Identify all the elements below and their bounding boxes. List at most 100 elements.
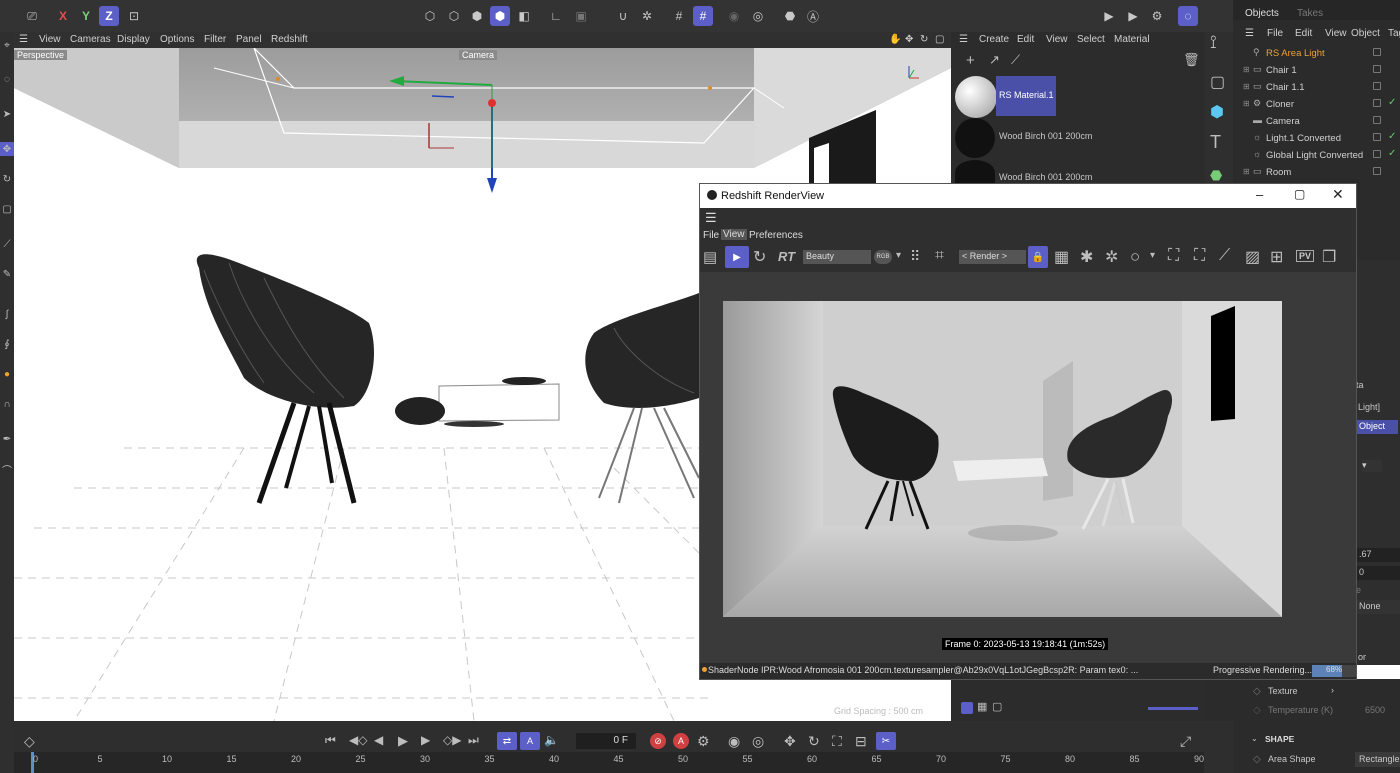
- position-key-icon[interactable]: ✥: [784, 733, 796, 750]
- image-icon[interactable]: ▨: [1245, 247, 1260, 267]
- auto-key-icon[interactable]: A: [673, 733, 689, 749]
- chevron-right-icon[interactable]: ›: [1331, 685, 1334, 695]
- objects-menu-file[interactable]: File: [1267, 28, 1283, 39]
- scale-icon[interactable]: ▢: [0, 202, 14, 216]
- playback-mode-icon[interactable]: A: [520, 732, 540, 750]
- rv-menu-view[interactable]: View: [721, 229, 747, 240]
- attr-field-value[interactable]: 0: [1356, 566, 1400, 580]
- object-row[interactable]: ⊞ ▭ Chair 1: [1233, 62, 1400, 79]
- goto-start-icon[interactable]: ⏮: [325, 733, 336, 748]
- snowflake-alt-icon[interactable]: ✲: [1105, 247, 1118, 267]
- rv-menu-preferences[interactable]: Preferences: [749, 230, 803, 241]
- rotation-key-icon[interactable]: ↻: [808, 733, 820, 750]
- thumbnail-size-slider[interactable]: [1148, 707, 1198, 710]
- cube-icon[interactable]: ⬢: [1210, 102, 1224, 122]
- circle-dropdown-icon[interactable]: ▾: [1150, 250, 1155, 261]
- object-row[interactable]: ☼ Global Light Converted ✓: [1233, 147, 1400, 164]
- refresh-icon[interactable]: ↻: [753, 247, 766, 267]
- goto-end-icon[interactable]: ⏭: [468, 733, 479, 748]
- coordinate-system-icon[interactable]: ⊡: [124, 6, 144, 26]
- rv-menu-file[interactable]: File: [703, 230, 719, 241]
- channel-dropdown-icon[interactable]: ▾: [896, 250, 901, 261]
- area-shape-select[interactable]: Rectangle: [1355, 752, 1400, 767]
- lock-icon[interactable]: 🔒: [1028, 246, 1048, 268]
- viewport-menu-redshift[interactable]: Redshift: [271, 34, 308, 45]
- dither-icon[interactable]: ⠿: [910, 248, 920, 265]
- key-settings-icon[interactable]: ⚙: [697, 733, 710, 750]
- pan-hand-icon[interactable]: ✋: [889, 34, 901, 45]
- next-frame-icon[interactable]: ▶: [421, 733, 430, 747]
- lasso-icon[interactable]: ⟟: [1210, 32, 1217, 53]
- crop-icon[interactable]: ⌗: [935, 247, 944, 265]
- workplane-icon[interactable]: ∟: [546, 6, 566, 26]
- snowflake-icon[interactable]: ✱: [1080, 247, 1093, 267]
- grid-icon[interactable]: ▦: [1054, 247, 1069, 267]
- snap-magnet-icon[interactable]: ∪: [613, 6, 633, 26]
- fcurve-icon[interactable]: ⤢: [1180, 733, 1191, 750]
- select-icon[interactable]: ⌖: [0, 38, 14, 52]
- viewport-menu-panel[interactable]: Panel: [236, 34, 262, 45]
- symmetry-icon[interactable]: ◎: [748, 6, 768, 26]
- point-level-icon[interactable]: ✂: [876, 732, 896, 750]
- brush-icon[interactable]: ✎: [0, 267, 14, 281]
- live-selection-icon[interactable]: ◌: [0, 72, 14, 86]
- aov-select[interactable]: Beauty: [803, 250, 871, 264]
- axis-y-toggle[interactable]: Y: [76, 6, 96, 26]
- channel-select[interactable]: RGB: [874, 250, 892, 264]
- viewport-menu-options[interactable]: Options: [160, 34, 194, 45]
- material-menu-view[interactable]: View: [1046, 34, 1068, 45]
- objects-menu-edit[interactable]: Edit: [1295, 28, 1312, 39]
- material-menu-create[interactable]: Create: [979, 34, 1009, 45]
- copy-icon[interactable]: ❐: [1322, 247, 1336, 267]
- viewport-menu-cameras[interactable]: Cameras: [70, 34, 111, 45]
- objects-menu-tag[interactable]: Tag: [1388, 28, 1400, 39]
- spline-icon[interactable]: ∫: [0, 307, 14, 321]
- section-chevron-icon[interactable]: ⌄: [1251, 734, 1258, 743]
- shape-section-title[interactable]: SHAPE: [1265, 734, 1294, 744]
- sculpt-icon[interactable]: ∮: [0, 337, 14, 351]
- paint-icon[interactable]: ●: [0, 367, 14, 381]
- axis-lock-icon[interactable]: ▣: [571, 6, 591, 26]
- render-image[interactable]: [723, 301, 1282, 617]
- points-mode-icon[interactable]: ⬡: [420, 6, 440, 26]
- edges-mode-icon[interactable]: ⬡: [444, 6, 464, 26]
- diamond-icon[interactable]: ◇: [1253, 754, 1261, 765]
- play-icon[interactable]: ▶: [398, 733, 408, 749]
- cursor-icon[interactable]: ➤: [0, 107, 14, 121]
- current-frame-field[interactable]: 0 F: [576, 733, 636, 749]
- orbit-icon[interactable]: ↻: [920, 34, 928, 45]
- plane-icon[interactable]: ▢: [1210, 72, 1225, 92]
- axis-x-toggle[interactable]: X: [53, 6, 73, 26]
- object-row[interactable]: ▬ Camera: [1233, 113, 1400, 130]
- hamburger-icon[interactable]: ☰: [19, 34, 28, 45]
- viewport-menu-view[interactable]: View: [39, 34, 61, 45]
- material-thumb[interactable]: [955, 160, 995, 185]
- minimize-icon[interactable]: –: [1256, 187, 1263, 202]
- render-picture-viewer-icon[interactable]: ▶: [1123, 6, 1143, 26]
- hamburger-icon[interactable]: ☰: [705, 210, 717, 226]
- render-settings-icon[interactable]: ⚙: [1147, 6, 1167, 26]
- focus-icon[interactable]: ⛶: [1168, 247, 1179, 265]
- pen-icon[interactable]: ✒: [0, 432, 14, 446]
- polygons-mode-icon[interactable]: ⬢: [467, 6, 487, 26]
- next-key-icon[interactable]: ◇▶: [443, 733, 461, 747]
- tab-takes[interactable]: Takes: [1297, 8, 1323, 19]
- temperature-value[interactable]: 6500: [1365, 705, 1385, 715]
- motion-record-icon[interactable]: ◉: [728, 733, 740, 750]
- param-key-icon[interactable]: ⊟: [855, 733, 867, 750]
- objects-menu-view[interactable]: View: [1325, 28, 1347, 39]
- material-menu-edit[interactable]: Edit: [1017, 34, 1034, 45]
- fit-icon[interactable]: ⛶: [1194, 247, 1205, 265]
- uv-mode-icon[interactable]: ◧: [514, 6, 534, 26]
- viewport-menu-display[interactable]: Display: [117, 34, 150, 45]
- attr-color-swatch[interactable]: [1356, 665, 1400, 679]
- rotate-icon[interactable]: ↻: [0, 172, 14, 186]
- prev-frame-icon[interactable]: ◀: [374, 733, 383, 747]
- model-mode-icon[interactable]: ⬢: [490, 6, 510, 26]
- material-thumb[interactable]: [955, 76, 997, 118]
- viewport-menu-filter[interactable]: Filter: [204, 34, 226, 45]
- snap-settings-icon[interactable]: ✲: [637, 6, 657, 26]
- clapper-icon[interactable]: ▤: [703, 248, 717, 266]
- axis-z-toggle[interactable]: Z: [99, 6, 119, 26]
- arrow-icon[interactable]: ↗: [989, 52, 1000, 68]
